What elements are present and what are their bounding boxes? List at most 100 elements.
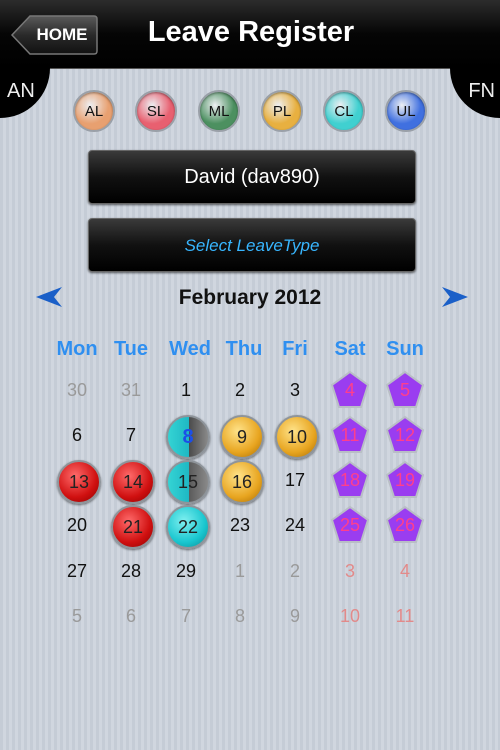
calendar-day[interactable]: 19 xyxy=(385,460,425,500)
calendar-day[interactable]: 29 xyxy=(166,551,206,591)
calendar-day[interactable]: 17 xyxy=(275,460,315,500)
calendar-day-number: 2 xyxy=(289,560,300,581)
calendar-day[interactable]: 8 xyxy=(166,415,210,459)
an-corner-tab[interactable]: AN xyxy=(0,68,50,118)
calendar-day[interactable]: 8 xyxy=(220,596,260,636)
leave-chip-label: ML xyxy=(208,102,230,120)
calendar-day[interactable]: 5 xyxy=(385,370,425,410)
leave-type-selector[interactable]: Select LeaveType xyxy=(88,218,416,272)
calendar-day-number: 7 xyxy=(125,424,136,445)
calendar-day[interactable]: 12 xyxy=(385,415,425,455)
calendar-day-number: 22 xyxy=(177,516,199,537)
leave-chip-al[interactable]: AL xyxy=(73,90,115,132)
fn-corner-label: FN xyxy=(468,80,495,102)
calendar-day[interactable]: 24 xyxy=(275,505,315,545)
calendar-day-number: 5 xyxy=(399,379,410,400)
calendar-day[interactable]: 7 xyxy=(166,596,206,636)
calendar-day[interactable]: 9 xyxy=(275,596,315,636)
weekday-wed: Wed xyxy=(169,338,211,360)
calendar-day[interactable]: 1 xyxy=(166,370,206,410)
calendar-day[interactable]: 14 xyxy=(111,460,155,504)
calendar-day[interactable]: 3 xyxy=(275,370,315,410)
calendar-day[interactable]: 10 xyxy=(275,415,319,459)
calendar-day[interactable]: 31 xyxy=(111,370,151,410)
calendar-day-number: 24 xyxy=(284,514,306,535)
calendar-day-number: 3 xyxy=(344,560,355,581)
weekday-sun: Sun xyxy=(386,338,424,360)
calendar-day-number: 14 xyxy=(122,471,144,492)
calendar-day-number: 11 xyxy=(395,605,415,626)
calendar-day-number: 4 xyxy=(344,379,355,400)
calendar-day-number: 6 xyxy=(125,605,136,626)
leave-type-placeholder: Select LeaveType xyxy=(184,236,320,255)
leave-chip-pl[interactable]: PL xyxy=(261,90,303,132)
an-corner-label: AN xyxy=(7,80,35,102)
leave-chip-label: UL xyxy=(396,102,416,120)
calendar-day[interactable]: 15 xyxy=(166,460,210,504)
calendar-day[interactable]: 4 xyxy=(330,370,370,410)
calendar-day-number: 2 xyxy=(234,379,245,400)
employee-selector[interactable]: David (dav890) xyxy=(88,150,416,204)
calendar-day-number: 1 xyxy=(234,560,245,581)
calendar-day[interactable]: 20 xyxy=(57,505,97,545)
calendar-day-number: 28 xyxy=(120,560,142,581)
calendar-day[interactable]: 27 xyxy=(57,551,97,591)
next-month-arrow-icon[interactable] xyxy=(440,284,470,310)
leave-chip-label: AL xyxy=(84,102,104,120)
calendar-day-number: 21 xyxy=(122,516,144,537)
calendar-day-number: 27 xyxy=(66,560,88,581)
calendar-day-number: 25 xyxy=(339,514,361,535)
calendar-day[interactable]: 21 xyxy=(111,505,155,549)
calendar-day-number: 18 xyxy=(339,469,361,490)
page-title: Leave Register xyxy=(147,16,355,48)
calendar-day-number: 10 xyxy=(286,426,308,447)
calendar-day[interactable]: 3 xyxy=(330,551,370,591)
calendar-day[interactable]: 6 xyxy=(57,415,97,455)
calendar-day[interactable]: 30 xyxy=(57,370,97,410)
navigation-bar: HOME Leave Register xyxy=(0,0,500,69)
calendar-day[interactable]: 28 xyxy=(111,551,151,591)
calendar-day-number: 8 xyxy=(234,605,245,626)
calendar-day-number: 31 xyxy=(120,379,142,400)
calendar-day-number: 19 xyxy=(394,469,416,490)
calendar-day-number: 10 xyxy=(339,605,361,626)
calendar-day[interactable]: 5 xyxy=(57,596,97,636)
calendar-day[interactable]: 25 xyxy=(330,505,370,545)
weekday-tue: Tue xyxy=(113,338,149,360)
calendar-day[interactable]: 7 xyxy=(111,415,151,455)
leave-chip-sl[interactable]: SL xyxy=(135,90,177,132)
fn-corner-tab[interactable]: FN xyxy=(450,68,500,118)
calendar-day-number: 11 xyxy=(340,424,360,445)
leave-chip-cl[interactable]: CL xyxy=(323,90,365,132)
calendar-day-number: 1 xyxy=(180,379,191,400)
leave-chip-label: SL xyxy=(146,102,166,120)
leave-chip-ml[interactable]: ML xyxy=(198,90,240,132)
calendar-day[interactable]: 26 xyxy=(385,505,425,545)
calendar-day-number: 26 xyxy=(394,514,416,535)
calendar-day[interactable]: 2 xyxy=(220,370,260,410)
calendar-day[interactable]: 4 xyxy=(385,551,425,591)
calendar-day[interactable]: 22 xyxy=(166,505,210,549)
calendar-day[interactable]: 10 xyxy=(330,596,370,636)
calendar-month-title: February 2012 xyxy=(178,286,322,309)
weekday-fri: Fri xyxy=(282,338,308,360)
calendar-day[interactable]: 11 xyxy=(330,415,370,455)
calendar-day[interactable]: 23 xyxy=(220,505,260,545)
calendar-day-number: 12 xyxy=(394,424,416,445)
calendar-day[interactable]: 6 xyxy=(111,596,151,636)
calendar-day-number: 3 xyxy=(289,379,300,400)
calendar-day[interactable]: 13 xyxy=(57,460,101,504)
calendar-day-number: 29 xyxy=(175,560,197,581)
calendar-day[interactable]: 2 xyxy=(275,551,315,591)
weekday-sat: Sat xyxy=(334,338,366,360)
calendar-day[interactable]: 16 xyxy=(220,460,264,504)
calendar-day[interactable]: 11 xyxy=(385,596,425,636)
calendar-day-number: 7 xyxy=(180,605,191,626)
calendar-day-number: 8 xyxy=(182,425,194,448)
leave-chip-ul[interactable]: UL xyxy=(385,90,427,132)
calendar-day[interactable]: 9 xyxy=(220,415,264,459)
calendar-day-number: 4 xyxy=(399,560,410,581)
calendar-day[interactable]: 18 xyxy=(330,460,370,500)
weekday-mon: Mon xyxy=(56,338,98,360)
calendar-day[interactable]: 1 xyxy=(220,551,260,591)
